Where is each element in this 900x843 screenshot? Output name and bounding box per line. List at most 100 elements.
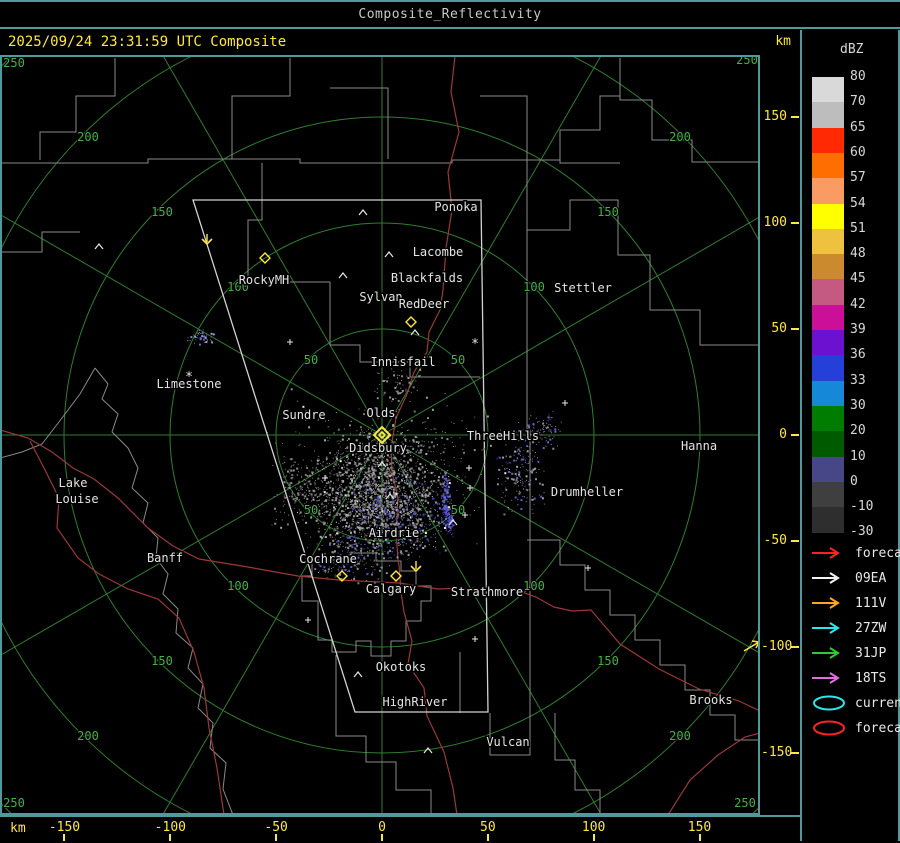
city-label-innisfail: Innisfail <box>370 355 435 369</box>
legend-ellipse-icon <box>813 720 845 736</box>
ring-label: 150 <box>597 654 619 668</box>
asterisk-marker: * <box>185 370 193 385</box>
legend-item-27ZW: 27ZW <box>810 620 886 636</box>
right-axis-tick-label: -150 <box>761 744 793 760</box>
ring-label: 200 <box>669 130 691 144</box>
bottom-axis-tick-label: -150 <box>48 820 81 835</box>
ring-label: 150 <box>151 205 173 219</box>
colorbar-value-label: 10 <box>850 448 866 464</box>
colorbar-swatch <box>812 380 844 407</box>
colorbar-value-label: 42 <box>850 296 866 312</box>
city-label-banff: Banff <box>147 551 183 565</box>
colorbar-swatch <box>812 178 844 205</box>
colorbar-value-label: 33 <box>850 372 866 388</box>
ring-label: 250 <box>3 56 25 70</box>
radar-map-svg: 250 250250 250200 200200 200150 150150 150100 1… <box>0 55 761 816</box>
right-axis-tick <box>791 751 799 754</box>
colorbar-unit-label: dBZ <box>840 42 864 57</box>
city-label-brooks: Brooks <box>689 693 732 707</box>
colorbar-value-label: 39 <box>850 322 866 337</box>
colorbar-value-label: 65 <box>850 119 866 135</box>
city-label-okotoks: Okotoks <box>376 660 427 674</box>
colorbar-legend-panel: dBZ 80 70 65 60 57 54 51 48 45 42 39 36 33 30 20 10 0 -10… <box>806 30 900 841</box>
right-axis-tick-label: 150 <box>763 109 787 125</box>
city-label-ponoka: Ponoka <box>434 200 477 214</box>
city-label-vulcan: Vulcan <box>486 735 529 749</box>
colorbar-swatch <box>812 77 844 103</box>
legend-item-111V: 111V <box>810 595 886 611</box>
city-label-lake: Lake <box>59 476 88 490</box>
bottom-axis-tick-label: 150 <box>687 820 712 835</box>
legend-item-label: 18TS <box>855 670 887 686</box>
colorbar-value-label: 45 <box>850 271 866 287</box>
legend-item-forecast: forecast <box>810 720 900 736</box>
colorbar-swatch <box>812 279 844 306</box>
legend-item-forecast: forecast <box>810 545 900 561</box>
bottom-axis-tick <box>486 834 489 841</box>
right-axis-tick-label: 50 <box>771 321 787 337</box>
colorbar-value-label: 57 <box>850 170 866 186</box>
ring-label: 100 <box>227 579 249 593</box>
city-label-highriver: HighRiver <box>382 695 447 709</box>
bottom-axis-tick <box>592 834 595 841</box>
legend-ellipse-icon <box>813 695 845 711</box>
ring-label: 250 <box>734 796 756 810</box>
right-axis-tick <box>791 434 799 436</box>
legend-arrow-icon <box>812 622 840 634</box>
legend-item-label: 09EA <box>855 570 887 586</box>
info-bar: 2025/09/24 23:31:59 UTC Composite <box>0 29 800 55</box>
city-label-cochrane: Cochrane <box>299 552 357 566</box>
colorbar-swatch <box>812 203 844 230</box>
right-axis-tick-label: -50 <box>763 532 787 548</box>
colorbar-swatch <box>812 431 844 458</box>
right-axis-tick <box>791 539 799 542</box>
right-axis-tick-label: 100 <box>763 215 787 231</box>
radar-map-canvas[interactable]: 250 250 250 250 200 200 200 200 150 150 150 150 100 1… <box>0 55 761 816</box>
ring-label: 200 <box>77 729 99 743</box>
legend-item-label: current <box>855 695 900 711</box>
colorbar-value-label: 48 <box>850 246 866 262</box>
city-label-reddeer: RedDeer <box>399 297 450 311</box>
colorbar-value-label: -30 <box>850 524 874 540</box>
city-label-didsbury: Didsbury <box>349 441 407 455</box>
colorbar-swatch <box>812 355 844 382</box>
legend-arrow-icon <box>812 647 840 659</box>
colorbar-swatch <box>812 481 844 508</box>
colorbar-swatch <box>812 152 844 179</box>
city-label-calgary: Calgary <box>366 582 417 596</box>
legend-arrow-icon <box>812 547 840 559</box>
colorbar-swatch <box>812 405 844 432</box>
bottom-axis-tick-label: 100 <box>581 820 606 835</box>
ring-label: 250 <box>3 796 25 810</box>
bottom-axis-tick-label: 50 <box>480 820 496 835</box>
legend-item-label: forecast <box>855 720 900 736</box>
ring-label: 50 <box>304 353 318 367</box>
colorbar-swatch <box>812 330 844 356</box>
colorbar-value-label: 0 <box>850 473 858 489</box>
timestamp-label: 2025/09/24 23:31:59 UTC Composite <box>8 34 287 50</box>
window-title: Composite_Reflectivity <box>358 7 542 22</box>
ring-label: 150 <box>151 654 173 668</box>
bottom-axis-unit: km <box>10 821 26 836</box>
legend-arrow-icon <box>812 572 840 584</box>
bottom-axis-tick <box>169 834 172 841</box>
ring-label: 150 <box>597 205 619 219</box>
bottom-axis-tick-label: -100 <box>154 820 186 835</box>
legend-item-18TS: 18TS <box>810 670 886 686</box>
colorbar-swatch <box>812 507 844 533</box>
city-label-drumheller: Drumheller <box>551 485 623 499</box>
city-label-louise: Louise <box>55 492 98 506</box>
ring-label: 50 <box>304 503 318 517</box>
city-label-sylvan: Sylvan <box>359 290 402 304</box>
right-axis-unit: km <box>775 34 791 49</box>
right-axis-tick-label: 0 <box>779 427 787 442</box>
colorbar-value-label: 30 <box>850 397 866 413</box>
right-axis-tick <box>791 645 799 648</box>
bottom-axis-tick <box>698 834 701 841</box>
legend-item-label: 111V <box>855 595 887 611</box>
right-axis-tick <box>791 222 799 225</box>
ring-label: 100 <box>523 280 545 294</box>
window-titlebar: Composite_Reflectivity <box>0 0 900 29</box>
colorbar-swatch <box>812 254 844 280</box>
colorbar-value-label: 36 <box>850 347 866 363</box>
